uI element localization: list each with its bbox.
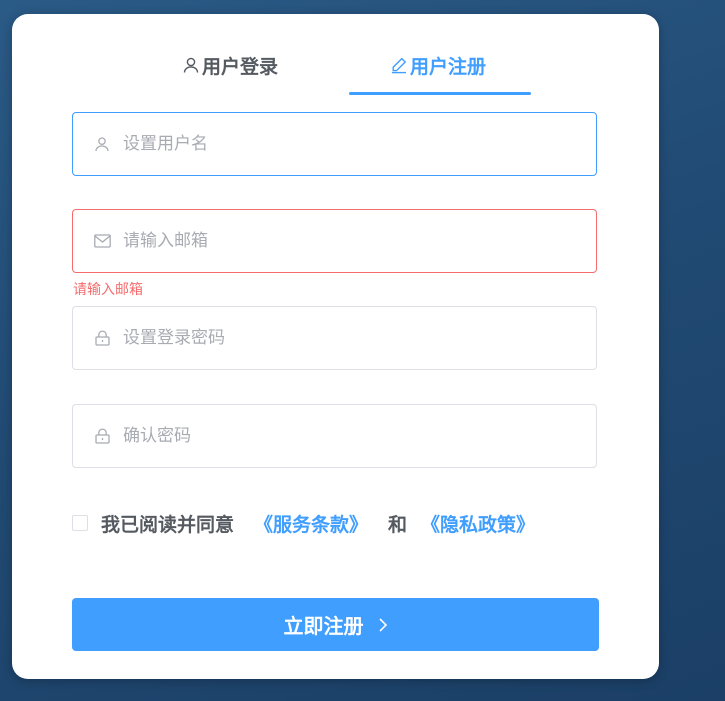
confirm-password-field[interactable] xyxy=(72,404,597,468)
password-input[interactable] xyxy=(123,307,596,369)
tab-register[interactable]: 用户注册 xyxy=(390,52,486,78)
terms-link[interactable]: 《服务条款》 xyxy=(254,510,368,537)
lock-icon xyxy=(93,427,111,445)
register-button[interactable]: 立即注册 xyxy=(72,598,599,651)
agreement-text: 我已阅读并同意 xyxy=(101,513,235,536)
privacy-link[interactable]: 《隐私政策》 xyxy=(421,510,535,537)
lock-icon xyxy=(93,329,111,347)
email-field[interactable] xyxy=(72,209,597,273)
edit-icon xyxy=(390,56,408,74)
mail-icon xyxy=(93,232,111,250)
register-button-label: 立即注册 xyxy=(283,614,364,638)
tab-login-label: 用户登录 xyxy=(202,55,279,78)
tab-register-label: 用户注册 xyxy=(410,55,487,78)
email-error-message: 请输入邮箱 xyxy=(73,282,143,298)
tab-login[interactable]: 用户登录 xyxy=(182,52,278,78)
agree-checkbox[interactable] xyxy=(72,515,88,531)
tab-bar: 用户登录 用户注册 xyxy=(12,14,659,98)
user-icon xyxy=(93,135,111,153)
agreement-conjunction: 和 xyxy=(388,513,408,536)
agreement-row: 我已阅读并同意 《服务条款》 和 《隐私政策》 xyxy=(72,509,535,537)
chevron-right-icon xyxy=(378,617,388,633)
active-tab-indicator xyxy=(349,92,531,95)
user-icon xyxy=(182,56,200,74)
username-input[interactable] xyxy=(123,113,596,175)
username-field[interactable] xyxy=(72,112,597,176)
password-field[interactable] xyxy=(72,306,597,370)
confirm-password-input[interactable] xyxy=(123,405,596,467)
email-input[interactable] xyxy=(123,210,596,272)
register-card: 用户登录 用户注册 设置用户名 请输入邮箱 请输入邮箱 我已阅读并同意 《服务条… xyxy=(12,14,659,679)
